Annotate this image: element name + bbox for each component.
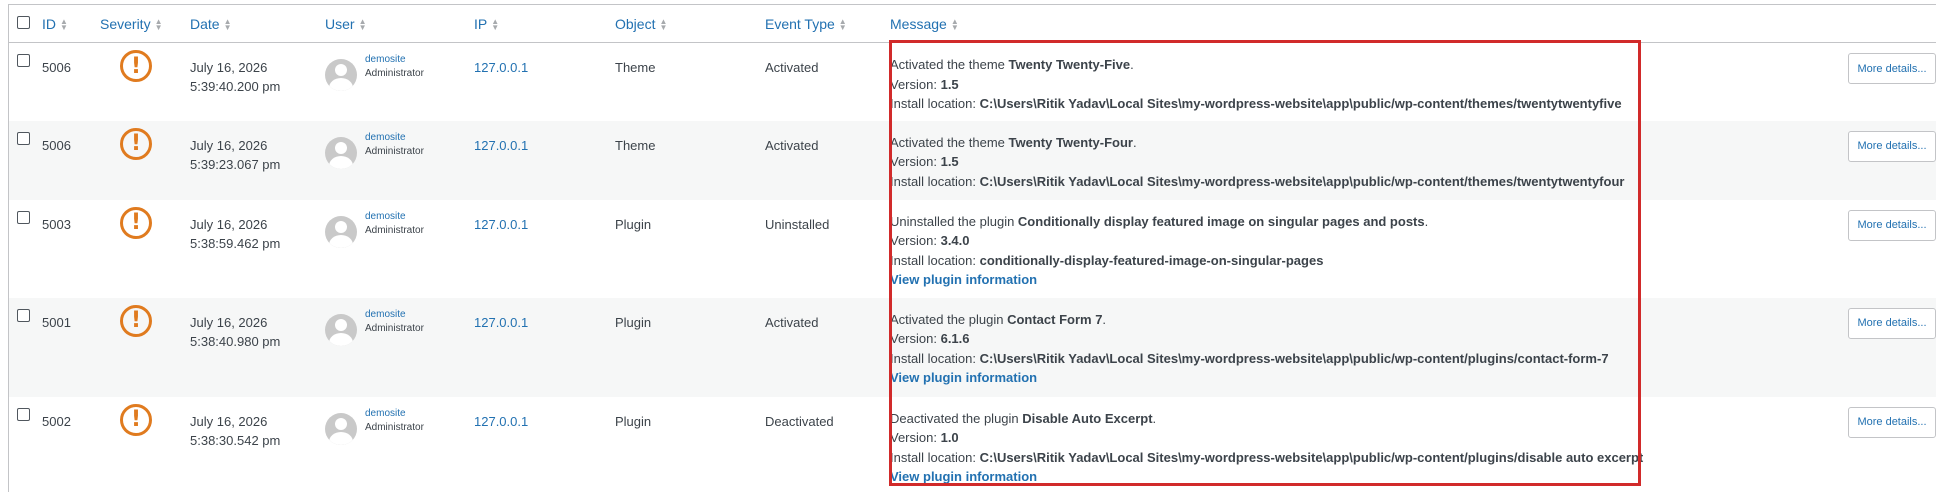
column-header-id[interactable]: ID ▲ ▼ xyxy=(42,5,100,43)
event-date: July 16, 2026 5:38:30.542 pm xyxy=(190,413,281,448)
row-checkbox[interactable] xyxy=(17,210,30,224)
user-role: Administrator xyxy=(365,68,424,79)
table-row: 5001 ! July 16, 2026 5:38:40.980 pm demos… xyxy=(9,297,1936,397)
user-avatar-icon xyxy=(325,59,357,91)
table-row: 5003 ! July 16, 2026 5:38:59.462 pm demos… xyxy=(9,200,1936,298)
user-role: Administrator xyxy=(365,322,424,334)
sort-arrows-icon: ▲ ▼ xyxy=(950,16,959,32)
event-id: 5006 xyxy=(42,137,71,153)
warning-exclamation-icon: ! xyxy=(120,304,152,337)
event-id: 5002 xyxy=(42,413,71,429)
more-details-button[interactable]: More details... xyxy=(1848,406,1936,438)
ip-link[interactable]: 127.0.0.1 xyxy=(474,298,615,332)
sort-arrows-icon: ▲ ▼ xyxy=(838,16,847,32)
event-date: July 16, 2026 5:39:40.200 pm xyxy=(190,60,281,94)
warning-exclamation-icon: ! xyxy=(120,206,152,239)
column-header-actions xyxy=(1844,5,1936,43)
event-id: 5006 xyxy=(42,60,71,75)
user-name-link[interactable]: demosite xyxy=(365,407,424,421)
view-plugin-information-link[interactable]: View plugin information xyxy=(890,368,1844,388)
table-header-row: ID ▲ ▼ Severity ▲ ▼ Date ▲ ▼ User ▲ ▼ IP ▲ ▼ Objec… xyxy=(9,5,1936,43)
column-header-ip[interactable]: IP ▲ ▼ xyxy=(474,5,615,43)
warning-exclamation-icon: ! xyxy=(120,50,152,82)
user-avatar-icon xyxy=(325,136,357,169)
ip-link[interactable]: 127.0.0.1 xyxy=(474,43,615,77)
warning-exclamation-icon: ! xyxy=(120,403,152,436)
user-name-link[interactable]: demosite xyxy=(365,308,424,322)
column-header-event-type[interactable]: Event Type ▲ ▼ xyxy=(765,5,890,43)
event-date: July 16, 2026 5:38:40.980 pm xyxy=(190,314,281,349)
event-type: Uninstalled xyxy=(765,216,830,232)
user-role: Administrator xyxy=(365,145,424,157)
event-type: Deactivated xyxy=(765,413,834,429)
user-role: Administrator xyxy=(365,421,424,433)
event-id: 5003 xyxy=(42,216,71,232)
sort-arrows-icon: ▲ ▼ xyxy=(154,16,163,32)
user-name-link[interactable]: demosite xyxy=(365,53,424,67)
event-object: Plugin xyxy=(615,413,652,429)
event-message: Activated the plugin Contact Form 7. Ver… xyxy=(890,298,1844,388)
event-date: July 16, 2026 5:39:23.067 pm xyxy=(190,137,281,172)
more-details-button[interactable]: More details... xyxy=(1848,209,1936,241)
user-cell: demosite Administrator xyxy=(325,121,474,169)
user-role: Administrator xyxy=(365,224,424,236)
row-checkbox[interactable] xyxy=(17,54,30,67)
event-type: Activated xyxy=(765,137,819,153)
activity-log-table: ID ▲ ▼ Severity ▲ ▼ Date ▲ ▼ User ▲ ▼ IP ▲ ▼ Objec… xyxy=(9,5,1936,492)
activity-log-table-frame: ID ▲ ▼ Severity ▲ ▼ Date ▲ ▼ User ▲ ▼ IP ▲ ▼ Objec… xyxy=(8,4,1936,492)
ip-link[interactable]: 127.0.0.1 xyxy=(474,397,615,431)
view-plugin-information-link[interactable]: View plugin information xyxy=(890,467,1844,487)
column-header-message[interactable]: Message ▲ ▼ xyxy=(890,5,1844,43)
sort-arrows-icon: ▲ ▼ xyxy=(223,16,232,32)
user-cell: demosite Administrator xyxy=(325,43,474,91)
user-avatar-icon xyxy=(325,412,357,445)
event-message: Activated the theme Twenty Twenty-Five. … xyxy=(890,57,1622,111)
table-row: 5002 ! July 16, 2026 5:38:30.542 pm demos… xyxy=(9,397,1936,492)
more-details-button[interactable]: More details... xyxy=(1848,130,1936,162)
more-details-button[interactable]: More details... xyxy=(1848,307,1936,339)
ip-link[interactable]: 127.0.0.1 xyxy=(474,121,615,155)
event-date: July 16, 2026 5:38:59.462 pm xyxy=(190,216,281,251)
user-cell: demosite Administrator xyxy=(325,200,474,248)
event-message: Deactivated the plugin Disable Auto Exce… xyxy=(890,397,1844,487)
view-plugin-information-link[interactable]: View plugin information xyxy=(890,270,1844,290)
event-type: Activated xyxy=(765,60,819,75)
user-avatar-icon xyxy=(325,313,357,346)
user-avatar-icon xyxy=(325,215,357,248)
sort-arrows-icon: ▲ ▼ xyxy=(358,16,367,32)
column-header-severity[interactable]: Severity ▲ ▼ xyxy=(100,5,190,43)
table-row: 5006 ! July 16, 2026 5:39:40.200 pm demos… xyxy=(9,43,1936,121)
column-header-date[interactable]: Date ▲ ▼ xyxy=(190,5,325,43)
warning-exclamation-icon: ! xyxy=(120,127,152,160)
ip-link[interactable]: 127.0.0.1 xyxy=(474,200,615,234)
event-object: Plugin xyxy=(615,216,652,232)
user-name-link[interactable]: demosite xyxy=(365,131,424,145)
user-cell: demosite Administrator xyxy=(325,298,474,346)
more-details-button[interactable]: More details... xyxy=(1848,53,1936,84)
event-id: 5001 xyxy=(42,314,71,330)
sort-arrows-icon: ▲ ▼ xyxy=(491,16,500,32)
sort-arrows-icon: ▲ ▼ xyxy=(659,16,668,32)
event-object: Plugin xyxy=(615,314,652,330)
select-all-checkbox[interactable] xyxy=(17,15,30,29)
event-message: Uninstalled the plugin Conditionally dis… xyxy=(890,200,1844,290)
event-object: Theme xyxy=(615,137,656,153)
row-checkbox[interactable] xyxy=(17,407,30,421)
event-type: Activated xyxy=(765,314,819,330)
row-checkbox[interactable] xyxy=(17,308,30,322)
sort-arrows-icon: ▲ ▼ xyxy=(60,16,68,32)
event-message: Activated the theme Twenty Twenty-Four. … xyxy=(890,134,1625,189)
row-checkbox[interactable] xyxy=(17,131,30,145)
user-name-link[interactable]: demosite xyxy=(365,210,424,224)
column-header-user[interactable]: User ▲ ▼ xyxy=(325,5,474,43)
table-row: 5006 ! July 16, 2026 5:39:23.067 pm demos… xyxy=(9,120,1936,200)
event-object: Theme xyxy=(615,60,656,75)
user-cell: demosite Administrator xyxy=(325,397,474,445)
column-header-object[interactable]: Object ▲ ▼ xyxy=(615,5,765,43)
